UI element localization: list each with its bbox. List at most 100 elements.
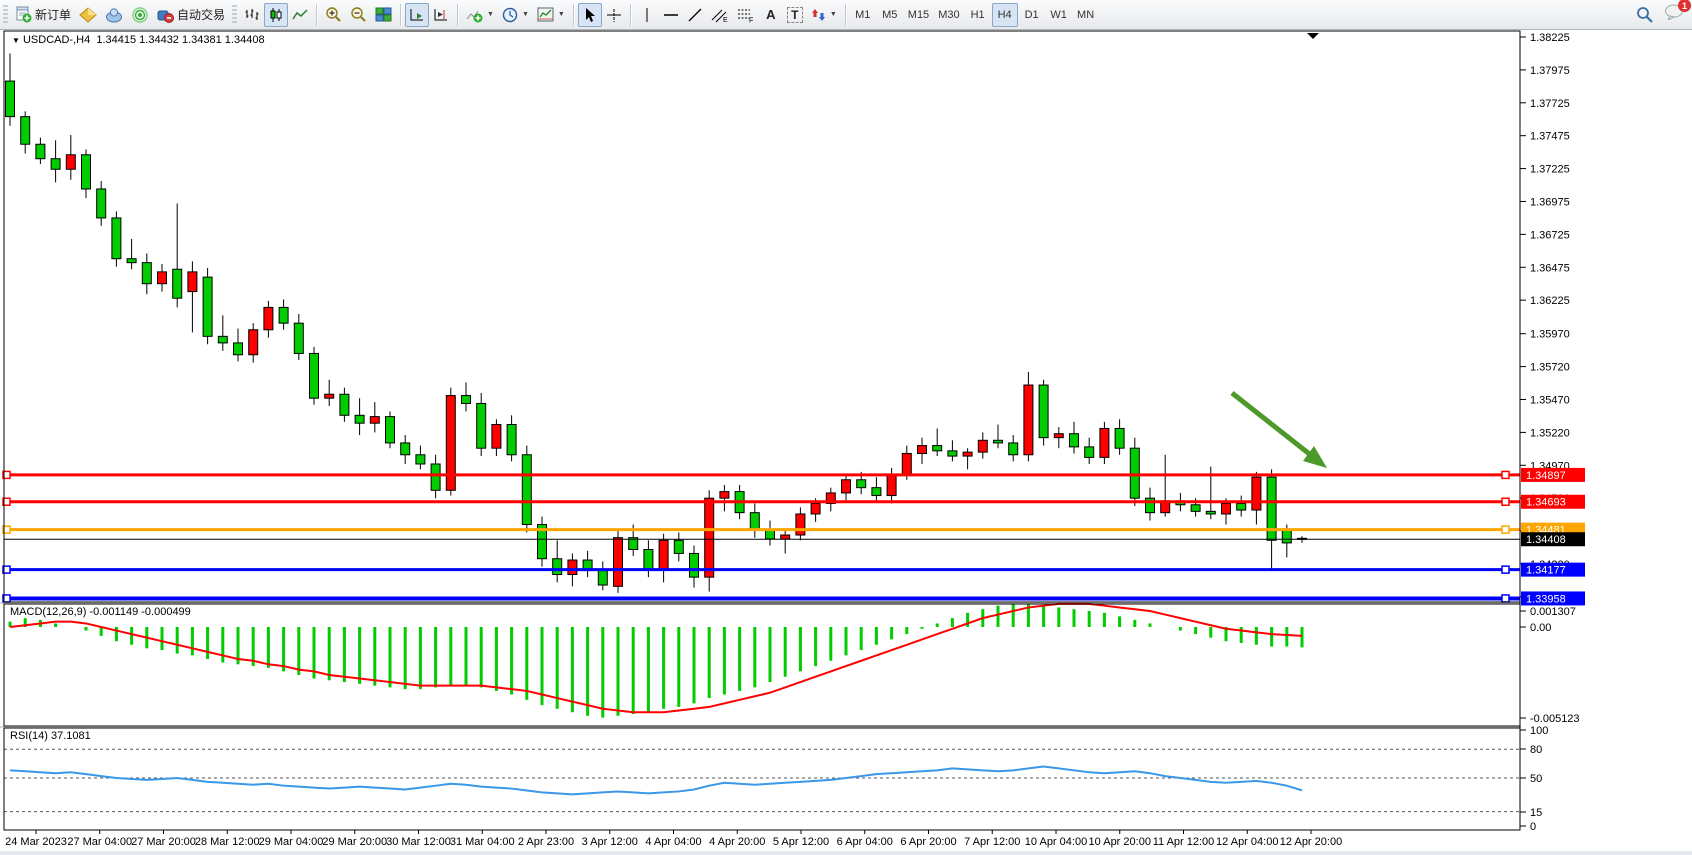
candle-body xyxy=(796,514,805,535)
candle-body xyxy=(1252,477,1261,510)
text-tool-button[interactable]: A xyxy=(759,3,783,27)
periods-button[interactable]: ▼ xyxy=(498,3,533,27)
time-axis-label: 7 Apr 12:00 xyxy=(964,836,1020,848)
rsi-axis-label: 100 xyxy=(1530,725,1548,737)
candle-body xyxy=(1191,505,1200,512)
auto-scroll-button[interactable] xyxy=(405,3,429,27)
candle-body xyxy=(720,492,729,499)
signals-button[interactable] xyxy=(127,3,153,27)
candle-body xyxy=(1054,434,1063,438)
chart-collapse-icon[interactable]: ▼ xyxy=(12,36,20,45)
zoom-out-icon xyxy=(350,6,367,23)
support-line-blue-2-price-label: 1.33958 xyxy=(1521,591,1585,605)
indicators-button[interactable]: ▼ xyxy=(462,3,498,27)
candle-body xyxy=(1130,448,1139,498)
candle-body xyxy=(477,403,486,448)
price-tick-label: 1.35470 xyxy=(1530,395,1570,407)
line-handle-right[interactable] xyxy=(1502,471,1509,478)
candlestick-mode-button[interactable] xyxy=(264,3,288,27)
dropdown-arrow-icon: ▼ xyxy=(522,11,529,18)
candle-body xyxy=(51,159,60,170)
arrows-icon xyxy=(811,7,826,23)
candle-body xyxy=(598,571,607,585)
candle-body xyxy=(963,452,972,456)
time-axis-label: 29 Mar 04:00 xyxy=(259,836,324,848)
price-label-text: 1.34897 xyxy=(1526,470,1566,482)
timeframe-m1-button[interactable]: M1 xyxy=(850,3,876,27)
vertical-line-tool-button[interactable] xyxy=(635,3,659,27)
candle-body xyxy=(416,455,425,464)
horizontal-line-tool-button[interactable] xyxy=(659,3,683,27)
data-window-button[interactable] xyxy=(101,3,127,27)
dropdown-arrow-icon: ▼ xyxy=(487,11,494,18)
toolbar-grip xyxy=(3,5,8,25)
candle-body xyxy=(401,443,410,455)
candle-body xyxy=(887,475,896,496)
auto-trading-button[interactable]: 自动交易 xyxy=(153,3,229,27)
notification-badge: 1 xyxy=(1678,0,1691,12)
zoom-in-button[interactable] xyxy=(321,3,346,27)
candle-body xyxy=(279,307,288,323)
candle-body xyxy=(462,396,471,404)
crosshair-tool-button[interactable] xyxy=(602,3,626,27)
timeframe-h4-button[interactable]: H4 xyxy=(992,3,1018,27)
tile-windows-icon xyxy=(375,7,392,23)
bar-chart-mode-button[interactable] xyxy=(240,3,264,27)
equidistant-channel-icon: E xyxy=(711,7,729,23)
arrows-tool-button[interactable]: ▼ xyxy=(807,3,841,27)
timeframe-m30-button[interactable]: M30 xyxy=(934,3,963,27)
line-handle-right[interactable] xyxy=(1502,526,1509,533)
new-order-label: 新订单 xyxy=(35,6,71,23)
templates-button[interactable]: ▼ xyxy=(533,3,569,27)
candle-body xyxy=(1024,385,1033,455)
line-handle-right[interactable] xyxy=(1502,566,1509,573)
indicators-icon xyxy=(466,7,483,23)
candle-body xyxy=(781,535,790,539)
candle-body xyxy=(857,480,866,488)
support-line-blue-1-price-label: 1.34177 xyxy=(1521,563,1585,577)
candle-body xyxy=(492,425,501,449)
market-watch-icon xyxy=(79,7,97,23)
price-axis[interactable]: 1.382251.379751.377251.374751.372251.369… xyxy=(1520,30,1692,851)
chart-window[interactable]: 1.382251.379751.377251.374751.372251.369… xyxy=(0,30,1692,855)
timeframe-m5-button[interactable]: M5 xyxy=(877,3,903,27)
zoom-out-button[interactable] xyxy=(346,3,371,27)
new-order-icon xyxy=(15,6,32,23)
price-tick-label: 1.38225 xyxy=(1530,32,1570,44)
tile-windows-button[interactable] xyxy=(371,3,396,27)
timeframe-h1-button[interactable]: H1 xyxy=(965,3,991,27)
market-watch-button[interactable] xyxy=(75,3,101,27)
macd-axis-label: -0.005123 xyxy=(1530,713,1580,725)
price-tick-label: 1.37975 xyxy=(1530,65,1570,77)
price-tick-label: 1.37225 xyxy=(1530,164,1570,176)
candle-body xyxy=(705,498,714,577)
current-price-line-price-label: 1.34408 xyxy=(1521,532,1585,546)
trendline-tool-button[interactable] xyxy=(683,3,707,27)
line-handle-right[interactable] xyxy=(1502,498,1509,505)
line-handle-right[interactable] xyxy=(1502,595,1509,602)
time-axis-label: 4 Apr 04:00 xyxy=(645,836,701,848)
candle-body xyxy=(507,425,516,455)
chart-shift-button[interactable] xyxy=(429,3,453,27)
timeframe-m15-button[interactable]: M15 xyxy=(904,3,933,27)
timeframe-w1-button[interactable]: W1 xyxy=(1046,3,1072,27)
macd-indicator-label: MACD(12,26,9) -0.001149 -0.000499 xyxy=(10,606,191,618)
candle-body xyxy=(264,307,273,329)
candle-body xyxy=(325,394,334,398)
auto-trading-label: 自动交易 xyxy=(177,6,225,23)
candle-body xyxy=(1282,530,1291,543)
search-icon[interactable] xyxy=(1636,6,1654,24)
candle-body xyxy=(614,538,623,587)
text-label-tool-button[interactable]: T xyxy=(783,3,807,27)
text-tool-icon: A xyxy=(766,7,775,22)
timeframe-d1-button[interactable]: D1 xyxy=(1019,3,1045,27)
candle-body xyxy=(386,417,395,443)
equidistant-channel-tool-button[interactable]: E xyxy=(707,3,733,27)
line-chart-mode-button[interactable] xyxy=(288,3,312,27)
fibonacci-tool-button[interactable]: F xyxy=(733,3,759,27)
timeframe-mn-button[interactable]: MN xyxy=(1073,3,1099,27)
candle-body xyxy=(249,330,258,355)
new-order-button[interactable]: 新订单 xyxy=(11,3,75,27)
cursor-tool-button[interactable] xyxy=(578,3,602,27)
notifications-button[interactable]: 1 xyxy=(1664,4,1684,25)
